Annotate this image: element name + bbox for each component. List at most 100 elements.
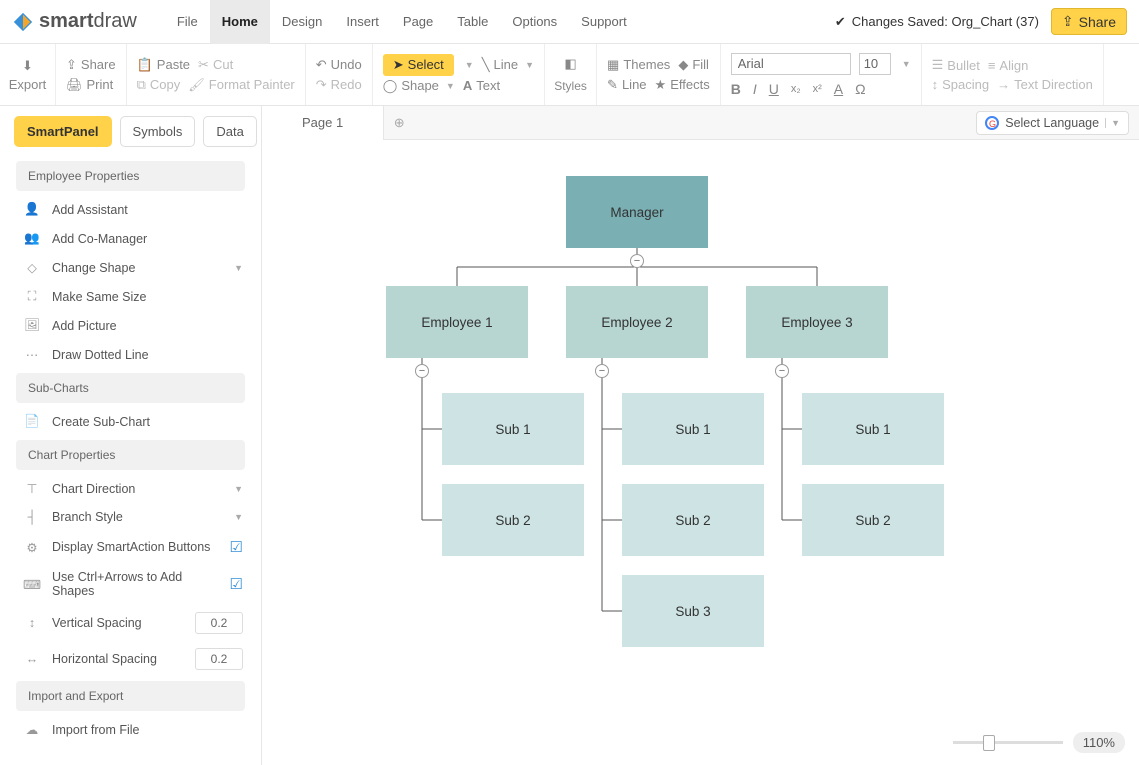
node-sub[interactable]: Sub 1 bbox=[622, 393, 764, 465]
collapse-button[interactable]: − bbox=[415, 364, 429, 378]
styles-button[interactable]: ◧ Styles bbox=[550, 48, 591, 101]
display-smartaction-toggle[interactable]: ⚙Display SmartAction Buttons☑ bbox=[0, 531, 255, 563]
spacing-button[interactable]: ↕Spacing bbox=[932, 75, 989, 94]
checkbox-checked-icon: ☑ bbox=[230, 538, 243, 556]
tab-smartpanel[interactable]: SmartPanel bbox=[14, 116, 112, 147]
fill-button[interactable]: ◆Fill bbox=[678, 55, 709, 75]
export-button[interactable]: ⬇ Export bbox=[5, 48, 51, 101]
text-direction-button[interactable]: →Text Direction bbox=[997, 75, 1093, 94]
svg-text:G: G bbox=[989, 119, 996, 129]
menu-design[interactable]: Design bbox=[270, 0, 334, 44]
add-page-button[interactable]: ⊕ bbox=[384, 108, 414, 138]
node-sub[interactable]: Sub 2 bbox=[622, 484, 764, 556]
shape-button[interactable]: ◯Shape▼ bbox=[383, 76, 455, 96]
menu-options[interactable]: Options bbox=[500, 0, 569, 44]
menu-table[interactable]: Table bbox=[445, 0, 500, 44]
share-small-button[interactable]: ⇪Share bbox=[66, 55, 116, 75]
bullet-button[interactable]: ☰Bullet bbox=[932, 55, 980, 75]
copy-button[interactable]: ⧉Copy bbox=[137, 75, 181, 95]
themes-button[interactable]: ▦Themes bbox=[607, 55, 670, 75]
canvas[interactable]: Manager − Employee 1 Employee 2 Employee… bbox=[262, 140, 1139, 765]
logo: smartdraw bbox=[12, 10, 137, 33]
collapse-button[interactable]: − bbox=[595, 364, 609, 378]
draw-dotted-line-button[interactable]: ⋯Draw Dotted Line bbox=[0, 340, 255, 369]
zoom-slider[interactable] bbox=[953, 741, 1063, 744]
vertical-spacing-row: ↕Vertical Spacing bbox=[0, 605, 255, 641]
select-button[interactable]: ➤Select bbox=[383, 54, 454, 76]
logo-text-a: smart bbox=[39, 10, 93, 32]
logo-text-b: draw bbox=[93, 10, 136, 32]
paste-icon: 📋 bbox=[137, 57, 153, 73]
underline-button[interactable]: U bbox=[769, 81, 779, 97]
section-chart-properties: Chart Properties bbox=[16, 440, 245, 470]
bold-button[interactable]: B bbox=[731, 81, 741, 97]
zoom-thumb[interactable] bbox=[983, 735, 995, 751]
menu-insert[interactable]: Insert bbox=[334, 0, 391, 44]
italic-button[interactable]: I bbox=[753, 81, 757, 97]
node-employee-3[interactable]: Employee 3 bbox=[746, 286, 888, 358]
tab-symbols[interactable]: Symbols bbox=[120, 116, 196, 147]
tab-data[interactable]: Data bbox=[203, 116, 256, 147]
chart-direction-button[interactable]: ⊤Chart Direction▼ bbox=[0, 474, 255, 503]
effects-button[interactable]: ★Effects bbox=[655, 75, 710, 95]
menu-home[interactable]: Home bbox=[210, 0, 270, 44]
align-button[interactable]: ≡Align bbox=[988, 56, 1029, 75]
branch-style-button[interactable]: ┤Branch Style▼ bbox=[0, 503, 255, 531]
menu-support[interactable]: Support bbox=[569, 0, 639, 44]
node-employee-2[interactable]: Employee 2 bbox=[566, 286, 708, 358]
menu-page[interactable]: Page bbox=[391, 0, 445, 44]
superscript-button[interactable]: x² bbox=[813, 83, 822, 95]
font-family-input[interactable] bbox=[731, 53, 851, 75]
text-icon: A bbox=[463, 78, 472, 93]
add-assistant-button[interactable]: 👤Add Assistant bbox=[0, 195, 255, 224]
share-button[interactable]: ⇪ Share bbox=[1051, 8, 1127, 35]
redo-button[interactable]: ↷Redo bbox=[316, 75, 362, 95]
chevron-down-icon: ▼ bbox=[446, 81, 455, 91]
vertical-spacing-input[interactable] bbox=[195, 612, 243, 634]
node-employee-1[interactable]: Employee 1 bbox=[386, 286, 528, 358]
node-sub[interactable]: Sub 1 bbox=[442, 393, 584, 465]
chevron-down-icon[interactable]: ▼ bbox=[902, 59, 911, 69]
add-co-manager-button[interactable]: 👥Add Co-Manager bbox=[0, 224, 255, 253]
line-icon: ╲ bbox=[482, 57, 490, 73]
keyboard-icon: ⌨ bbox=[24, 577, 40, 592]
language-selector[interactable]: G Select Language ▼ bbox=[976, 111, 1129, 135]
line-style-button[interactable]: ✎Line bbox=[607, 75, 646, 95]
dotted-icon: ⋯ bbox=[24, 347, 40, 362]
import-from-file-button[interactable]: ☁Import from File bbox=[0, 715, 255, 744]
page-tab-1[interactable]: Page 1 bbox=[262, 106, 384, 140]
format-painter-button[interactable]: 🖌Format Painter bbox=[188, 75, 295, 95]
add-picture-button[interactable]: 🖼Add Picture bbox=[0, 311, 255, 340]
make-same-size-button[interactable]: ⛶Make Same Size bbox=[0, 282, 255, 311]
node-sub[interactable]: Sub 1 bbox=[802, 393, 944, 465]
font-size-input[interactable] bbox=[859, 53, 891, 75]
change-shape-button[interactable]: ◇Change Shape▼ bbox=[0, 253, 255, 282]
create-sub-chart-button[interactable]: 📄Create Sub-Chart bbox=[0, 407, 255, 436]
node-manager[interactable]: Manager bbox=[566, 176, 708, 248]
node-sub[interactable]: Sub 2 bbox=[802, 484, 944, 556]
undo-button[interactable]: ↶Undo bbox=[316, 55, 362, 75]
line-tool-button[interactable]: ╲Line▼ bbox=[482, 55, 534, 75]
font-color-button[interactable]: A bbox=[834, 81, 843, 97]
paste-button[interactable]: 📋Paste bbox=[137, 55, 190, 75]
collapse-button[interactable]: − bbox=[775, 364, 789, 378]
ctrl-arrows-toggle[interactable]: ⌨Use Ctrl+Arrows to Add Shapes☑ bbox=[0, 563, 255, 605]
line-style-icon: ✎ bbox=[607, 77, 618, 93]
cut-button[interactable]: ✂Cut bbox=[198, 55, 233, 75]
collapse-button[interactable]: − bbox=[630, 254, 644, 268]
zoom-value[interactable]: 110% bbox=[1073, 732, 1125, 753]
print-button[interactable]: 🖨Print bbox=[66, 75, 116, 95]
spacing-icon: ↕ bbox=[932, 77, 939, 92]
horizontal-spacing-input[interactable] bbox=[195, 648, 243, 670]
node-sub[interactable]: Sub 2 bbox=[442, 484, 584, 556]
chevron-down-icon[interactable]: ▼ bbox=[465, 60, 474, 70]
symbol-button[interactable]: Ω bbox=[855, 81, 865, 97]
node-sub[interactable]: Sub 3 bbox=[622, 575, 764, 647]
subscript-button[interactable]: x₂ bbox=[791, 83, 801, 95]
menu-file[interactable]: File bbox=[165, 0, 210, 44]
ribbon: ⬇ Export ⇪Share 🖨Print 📋Paste ✂Cut ⧉Copy… bbox=[0, 44, 1139, 106]
section-sub-charts: Sub-Charts bbox=[16, 373, 245, 403]
text-button[interactable]: AText bbox=[463, 76, 500, 95]
bullet-icon: ☰ bbox=[932, 57, 944, 73]
shape-icon: ◯ bbox=[383, 78, 398, 94]
